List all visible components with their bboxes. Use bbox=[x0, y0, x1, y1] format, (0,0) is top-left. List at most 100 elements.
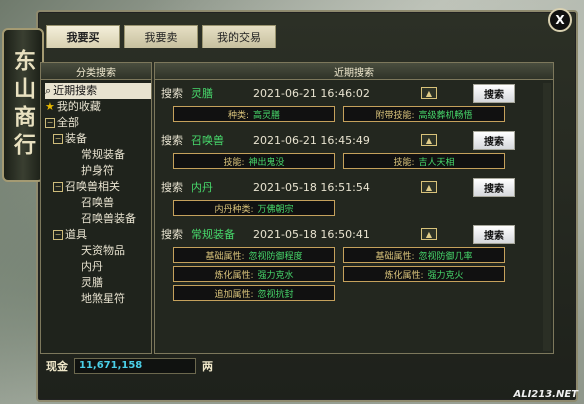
category-item[interactable]: 常规装备 bbox=[45, 147, 151, 163]
attribute-filter: 内丹种类: 万佛朝宗 bbox=[173, 200, 335, 216]
category-item-label: 近期搜索 bbox=[53, 84, 98, 97]
search-button[interactable]: 搜索 bbox=[473, 130, 515, 150]
attribute-row: 内丹种类: 万佛朝宗 bbox=[173, 200, 547, 216]
search-record: 搜索 内丹 2021-05-18 16:51:54 ▲ 搜索 内丹种类: 万佛朝宗 bbox=[161, 177, 547, 216]
category-item[interactable]: ★ 我的收藏 bbox=[45, 99, 151, 115]
attribute-filter: 炼化属性: 强力克火 bbox=[343, 266, 505, 282]
attribute-value: 强力克水 bbox=[257, 270, 294, 281]
attribute-filter: 炼化属性: 强力克水 bbox=[173, 266, 335, 282]
search-button[interactable]: 搜索 bbox=[473, 83, 515, 103]
search-icon: ⌕ bbox=[45, 84, 52, 97]
search-record-time: 2021-06-21 16:45:49 bbox=[253, 133, 370, 147]
category-item[interactable]: 地煞星符 bbox=[45, 291, 151, 307]
search-record-time: 2021-05-18 16:50:41 bbox=[253, 227, 370, 241]
category-item-label: 召唤兽装备 bbox=[81, 212, 136, 225]
attribute-filter: 技能: 神出鬼没 bbox=[173, 153, 335, 169]
collapse-arrow-icon[interactable]: ▲ bbox=[421, 134, 437, 146]
recent-search-panel: 近期搜索 搜索 灵膳 2021-06-21 16:46:02 ▲ 搜索 种类: 高灵膳 附带技… bbox=[154, 62, 554, 354]
search-record-header: 搜索 召唤兽 2021-06-21 16:45:49 ▲ 搜索 bbox=[161, 130, 547, 150]
attribute-key: 种类: bbox=[227, 110, 250, 121]
collapse-toggle-icon[interactable]: − bbox=[53, 230, 63, 240]
cash-display: 现金 11,671,158 两 bbox=[46, 358, 213, 374]
category-item-label: 常规装备 bbox=[81, 148, 125, 161]
cash-value: 11,671,158 bbox=[74, 358, 196, 374]
watermark: ALI213.NET bbox=[513, 389, 578, 400]
search-record-label: 搜索 bbox=[161, 181, 183, 194]
recent-search-list: 搜索 灵膳 2021-06-21 16:46:02 ▲ 搜索 种类: 高灵膳 附带技能: 高级葬… bbox=[161, 83, 547, 309]
category-item-label: 召唤兽相关 bbox=[65, 180, 120, 193]
search-button[interactable]: 搜索 bbox=[473, 224, 515, 244]
category-item[interactable]: 灵膳 bbox=[45, 275, 151, 291]
category-item[interactable]: 内丹 bbox=[45, 259, 151, 275]
tab-buy[interactable]: 我要买 bbox=[46, 25, 120, 48]
category-panel-header: 分类搜索 bbox=[41, 63, 151, 80]
category-item[interactable]: − 装备 bbox=[45, 131, 151, 147]
attribute-row: 种类: 高灵膳 附带技能: 高级葬机畅悟 bbox=[173, 106, 547, 122]
attribute-key: 技能: bbox=[393, 157, 415, 168]
search-record-time: 2021-05-18 16:51:54 bbox=[253, 180, 370, 194]
cash-label: 现金 bbox=[46, 360, 68, 373]
category-item[interactable]: 召唤兽装备 bbox=[45, 211, 151, 227]
category-item-label: 召唤兽 bbox=[81, 196, 114, 209]
category-item-label: 道具 bbox=[65, 228, 87, 241]
search-record-category: 召唤兽 bbox=[191, 134, 224, 147]
attribute-filter: 种类: 高灵膳 bbox=[173, 106, 335, 122]
category-item[interactable]: − 道具 bbox=[45, 227, 151, 243]
category-item[interactable]: − 召唤兽相关 bbox=[45, 179, 151, 195]
category-item-label: 灵膳 bbox=[81, 276, 103, 289]
attribute-row: 炼化属性: 强力克水 炼化属性: 强力克火 bbox=[173, 266, 547, 282]
collapse-arrow-icon[interactable]: ▲ bbox=[421, 87, 437, 99]
category-item[interactable]: 护身符 bbox=[45, 163, 151, 179]
attribute-key: 炼化属性: bbox=[214, 270, 254, 281]
category-item-label: 天资物品 bbox=[81, 244, 125, 257]
search-record-header: 搜索 内丹 2021-05-18 16:51:54 ▲ 搜索 bbox=[161, 177, 547, 197]
tab-sell[interactable]: 我要卖 bbox=[124, 25, 198, 48]
category-item[interactable]: − 全部 bbox=[45, 115, 151, 131]
attribute-filter: 基础属性: 忽视防御几率 bbox=[343, 247, 505, 263]
attribute-key: 基础属性: bbox=[205, 251, 245, 262]
attribute-value: 神出鬼没 bbox=[248, 157, 285, 168]
cash-unit: 两 bbox=[202, 360, 213, 373]
close-button[interactable]: X bbox=[548, 8, 572, 32]
attribute-row: 技能: 神出鬼没 技能: 吉人天相 bbox=[173, 153, 547, 169]
category-item[interactable]: 天资物品 bbox=[45, 243, 151, 259]
attribute-filter: 追加属性: 忽视抗封 bbox=[173, 285, 335, 301]
attribute-key: 技能: bbox=[223, 157, 245, 168]
scrollbar[interactable] bbox=[543, 83, 551, 351]
search-record-category: 内丹 bbox=[191, 181, 213, 194]
attribute-value: 吉人天相 bbox=[418, 157, 455, 168]
category-panel: 分类搜索 ⌕ 近期搜索 ★ 我的收藏 − 全部 − 装备 常规装备 护身符 − 召唤兽相关 召唤兽 召唤兽… bbox=[40, 62, 152, 354]
collapse-toggle-icon[interactable]: − bbox=[45, 118, 55, 128]
category-item[interactable]: 召唤兽 bbox=[45, 195, 151, 211]
attribute-value: 忽视防御程度 bbox=[248, 251, 303, 262]
attribute-value: 高级葬机畅悟 bbox=[418, 110, 473, 121]
attribute-key: 内丹种类: bbox=[214, 204, 254, 215]
recent-search-header: 近期搜索 bbox=[155, 63, 553, 80]
search-record: 搜索 灵膳 2021-06-21 16:46:02 ▲ 搜索 种类: 高灵膳 附带技能: 高级葬… bbox=[161, 83, 547, 122]
attribute-row: 基础属性: 忽视防御程度 基础属性: 忽视防御几率 bbox=[173, 247, 547, 263]
category-item[interactable]: ⌕ 近期搜索 bbox=[45, 83, 151, 99]
collapse-arrow-icon[interactable]: ▲ bbox=[421, 181, 437, 193]
attribute-key: 附带技能: bbox=[375, 110, 415, 121]
attribute-key: 炼化属性: bbox=[384, 270, 424, 281]
collapse-toggle-icon[interactable]: − bbox=[53, 182, 63, 192]
tab-my-trades[interactable]: 我的交易 bbox=[202, 25, 276, 48]
attribute-value: 高灵膳 bbox=[253, 110, 281, 121]
collapse-toggle-icon[interactable]: − bbox=[53, 134, 63, 144]
category-item-label: 地煞星符 bbox=[81, 292, 125, 305]
category-item-label: 全部 bbox=[57, 116, 79, 129]
collapse-arrow-icon[interactable]: ▲ bbox=[421, 228, 437, 240]
attribute-filter: 附带技能: 高级葬机畅悟 bbox=[343, 106, 505, 122]
search-record: 搜索 召唤兽 2021-06-21 16:45:49 ▲ 搜索 技能: 神出鬼没 技能: 吉人天… bbox=[161, 130, 547, 169]
window-title-plaque: 东山商行 bbox=[2, 28, 44, 182]
attribute-filter: 基础属性: 忽视防御程度 bbox=[173, 247, 335, 263]
search-record-header: 搜索 常规装备 2021-05-18 16:50:41 ▲ 搜索 bbox=[161, 224, 547, 244]
attribute-value: 万佛朝宗 bbox=[257, 204, 294, 215]
search-record-category: 常规装备 bbox=[191, 228, 235, 241]
category-item-label: 内丹 bbox=[81, 260, 103, 273]
search-record-label: 搜索 bbox=[161, 134, 183, 147]
attribute-key: 追加属性: bbox=[214, 289, 254, 300]
search-record-category: 灵膳 bbox=[191, 87, 213, 100]
search-button[interactable]: 搜索 bbox=[473, 177, 515, 197]
category-item-label: 护身符 bbox=[81, 164, 114, 177]
